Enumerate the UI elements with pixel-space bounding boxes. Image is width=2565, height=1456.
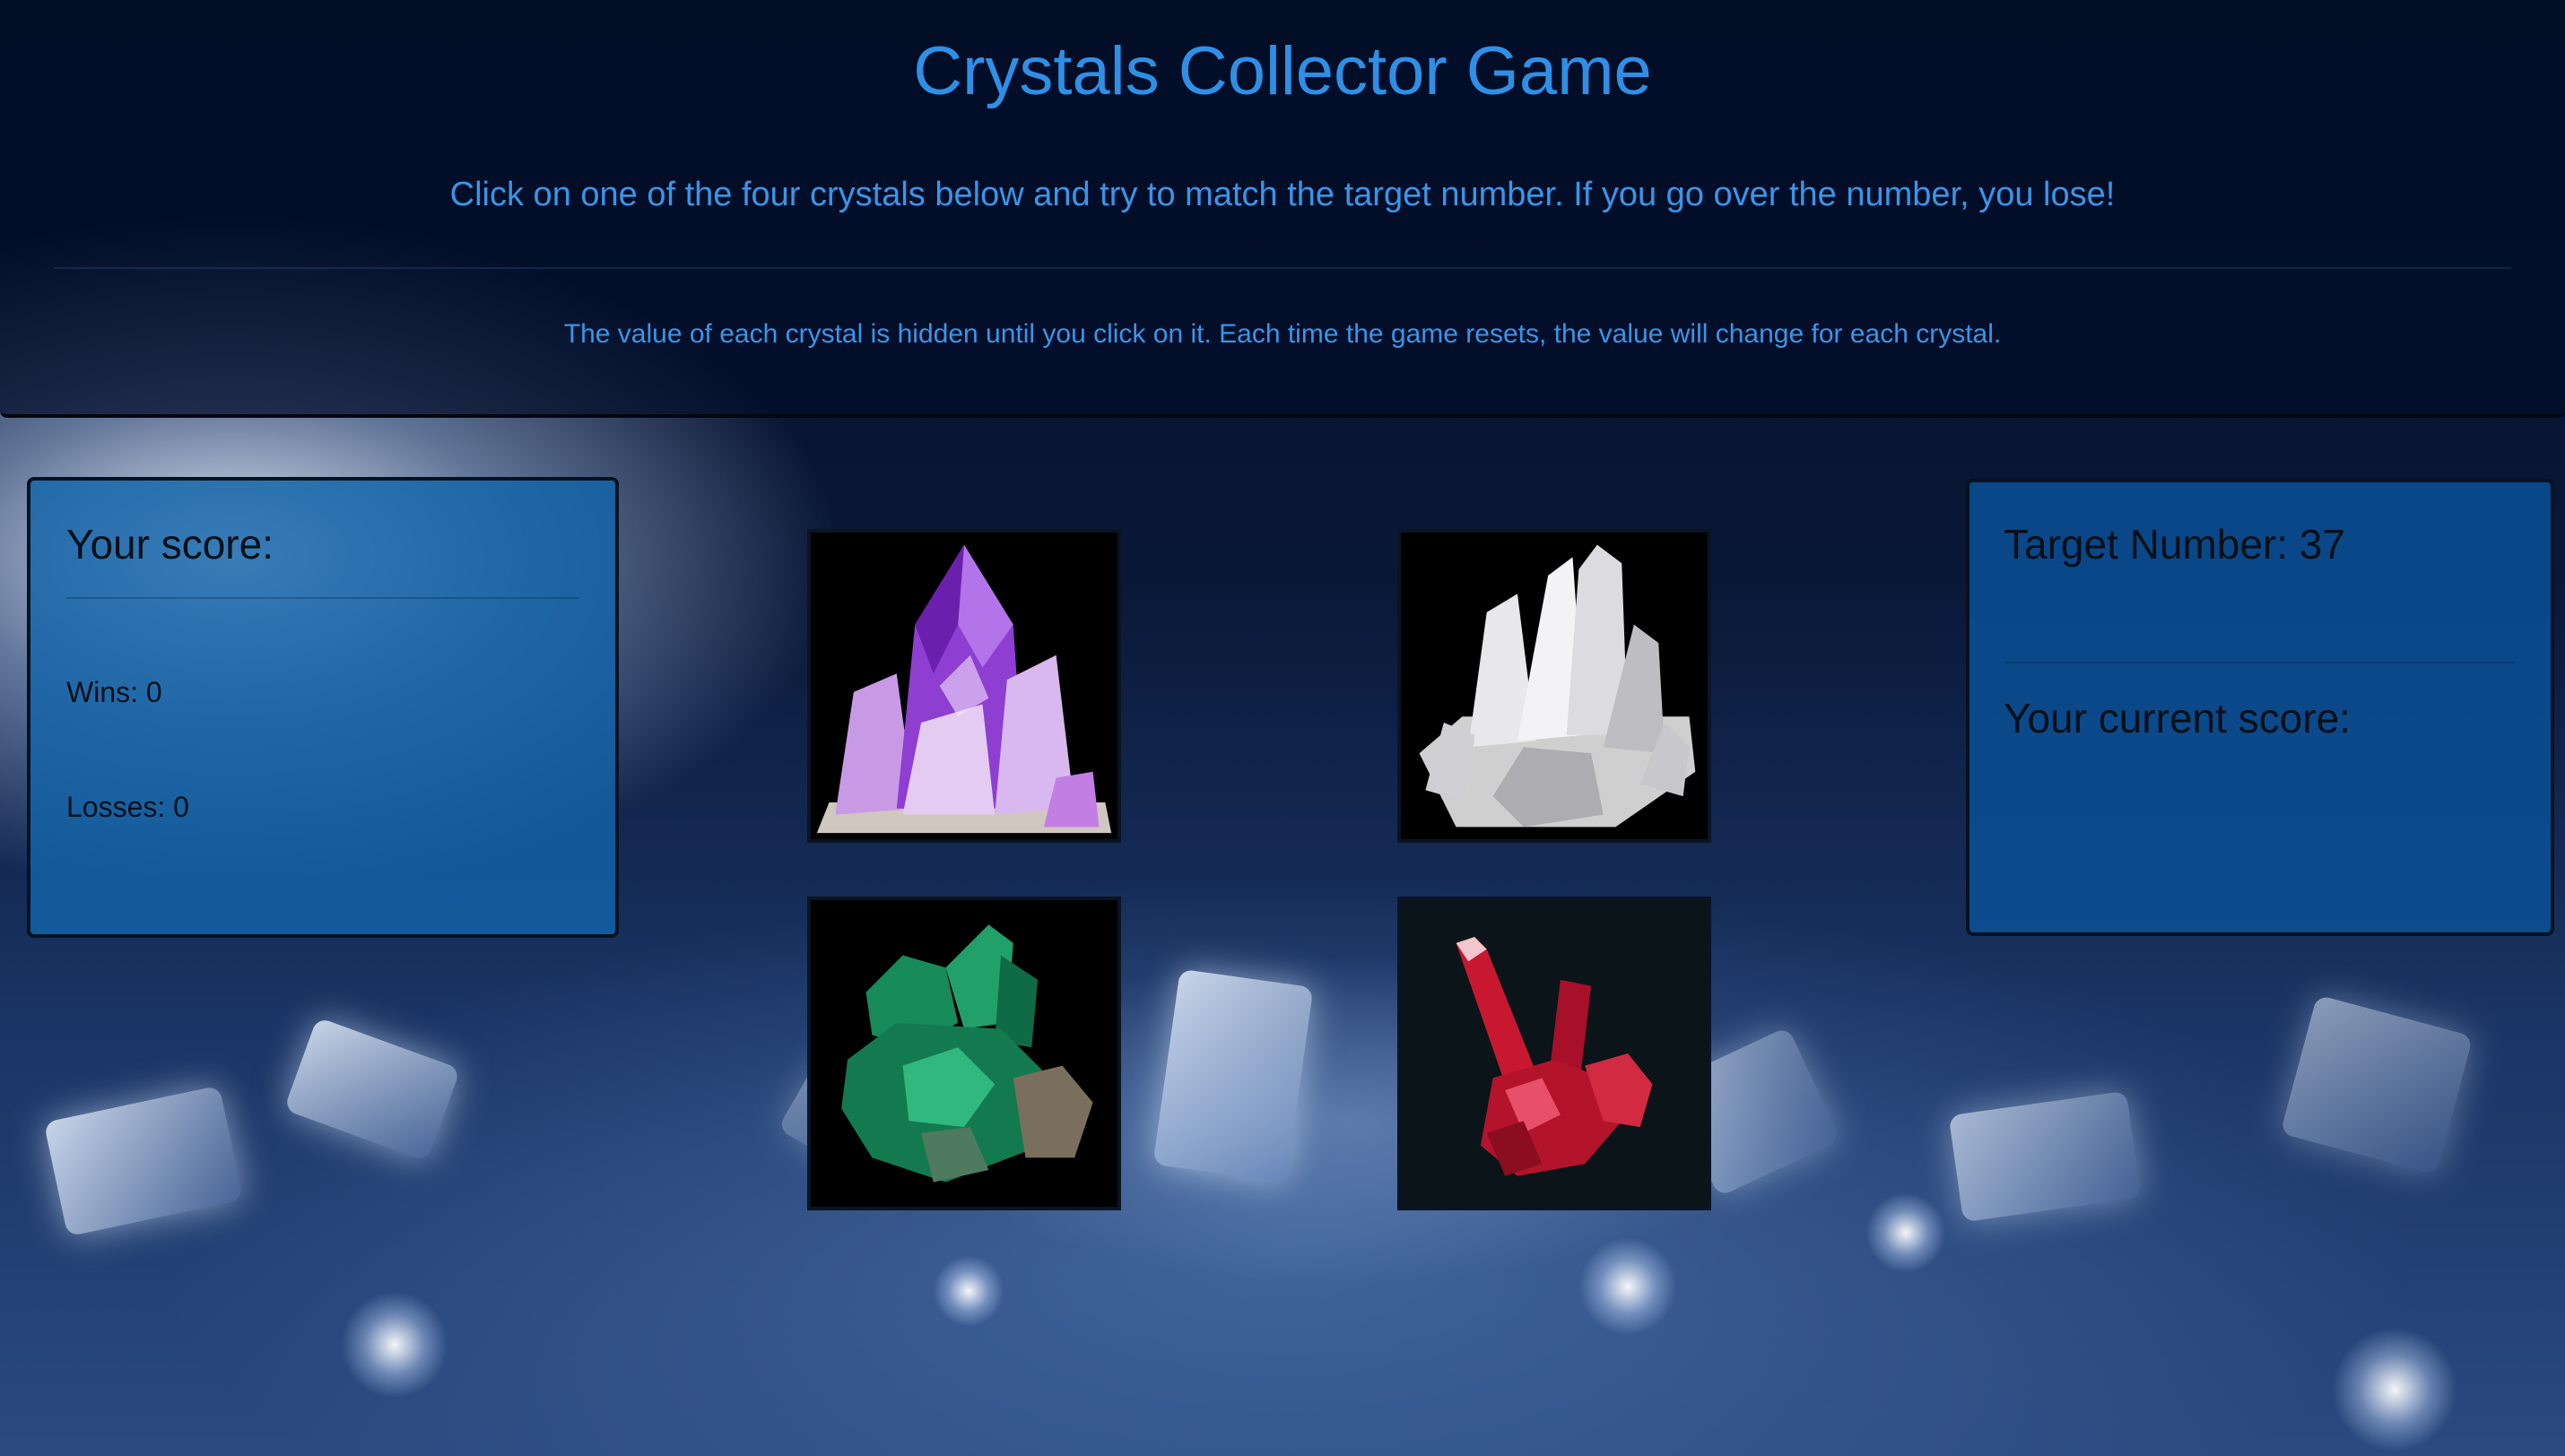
target-number: Target Number: 37 [2004,521,2345,568]
losses-count: Losses: 0 [66,791,189,823]
header-jumbotron: Crystals Collector Game Click on one of … [0,0,2565,418]
target-divider [2005,662,2515,663]
target-panel: Target Number: 37 Your current score: [1966,479,2554,936]
score-divider [66,597,579,599]
green-crystal-icon [811,900,1117,1207]
purple-crystal-icon [811,533,1117,839]
hidden-value-note: The value of each crystal is hidden unti… [563,319,2002,349]
wins-count: Wins: 0 [66,676,162,708]
red-crystal-icon [1401,900,1708,1207]
amethyst-crystal-button[interactable] [807,529,1121,843]
clear-crystal-icon [1401,533,1708,839]
current-score-label: Your current score: [2004,695,2351,741]
score-panel: Your score: Wins: 0 Losses: 0 [27,477,619,938]
ruby-crystal-button[interactable] [1397,897,1711,1210]
page-title: Crystals Collector Game [913,33,1652,109]
emerald-crystal-button[interactable] [807,897,1121,1210]
quartz-crystal-button[interactable] [1397,529,1711,843]
score-heading: Your score: [66,521,274,568]
header-divider [54,267,2511,269]
instructions-text: Click on one of the four crystals below … [449,176,2116,213]
